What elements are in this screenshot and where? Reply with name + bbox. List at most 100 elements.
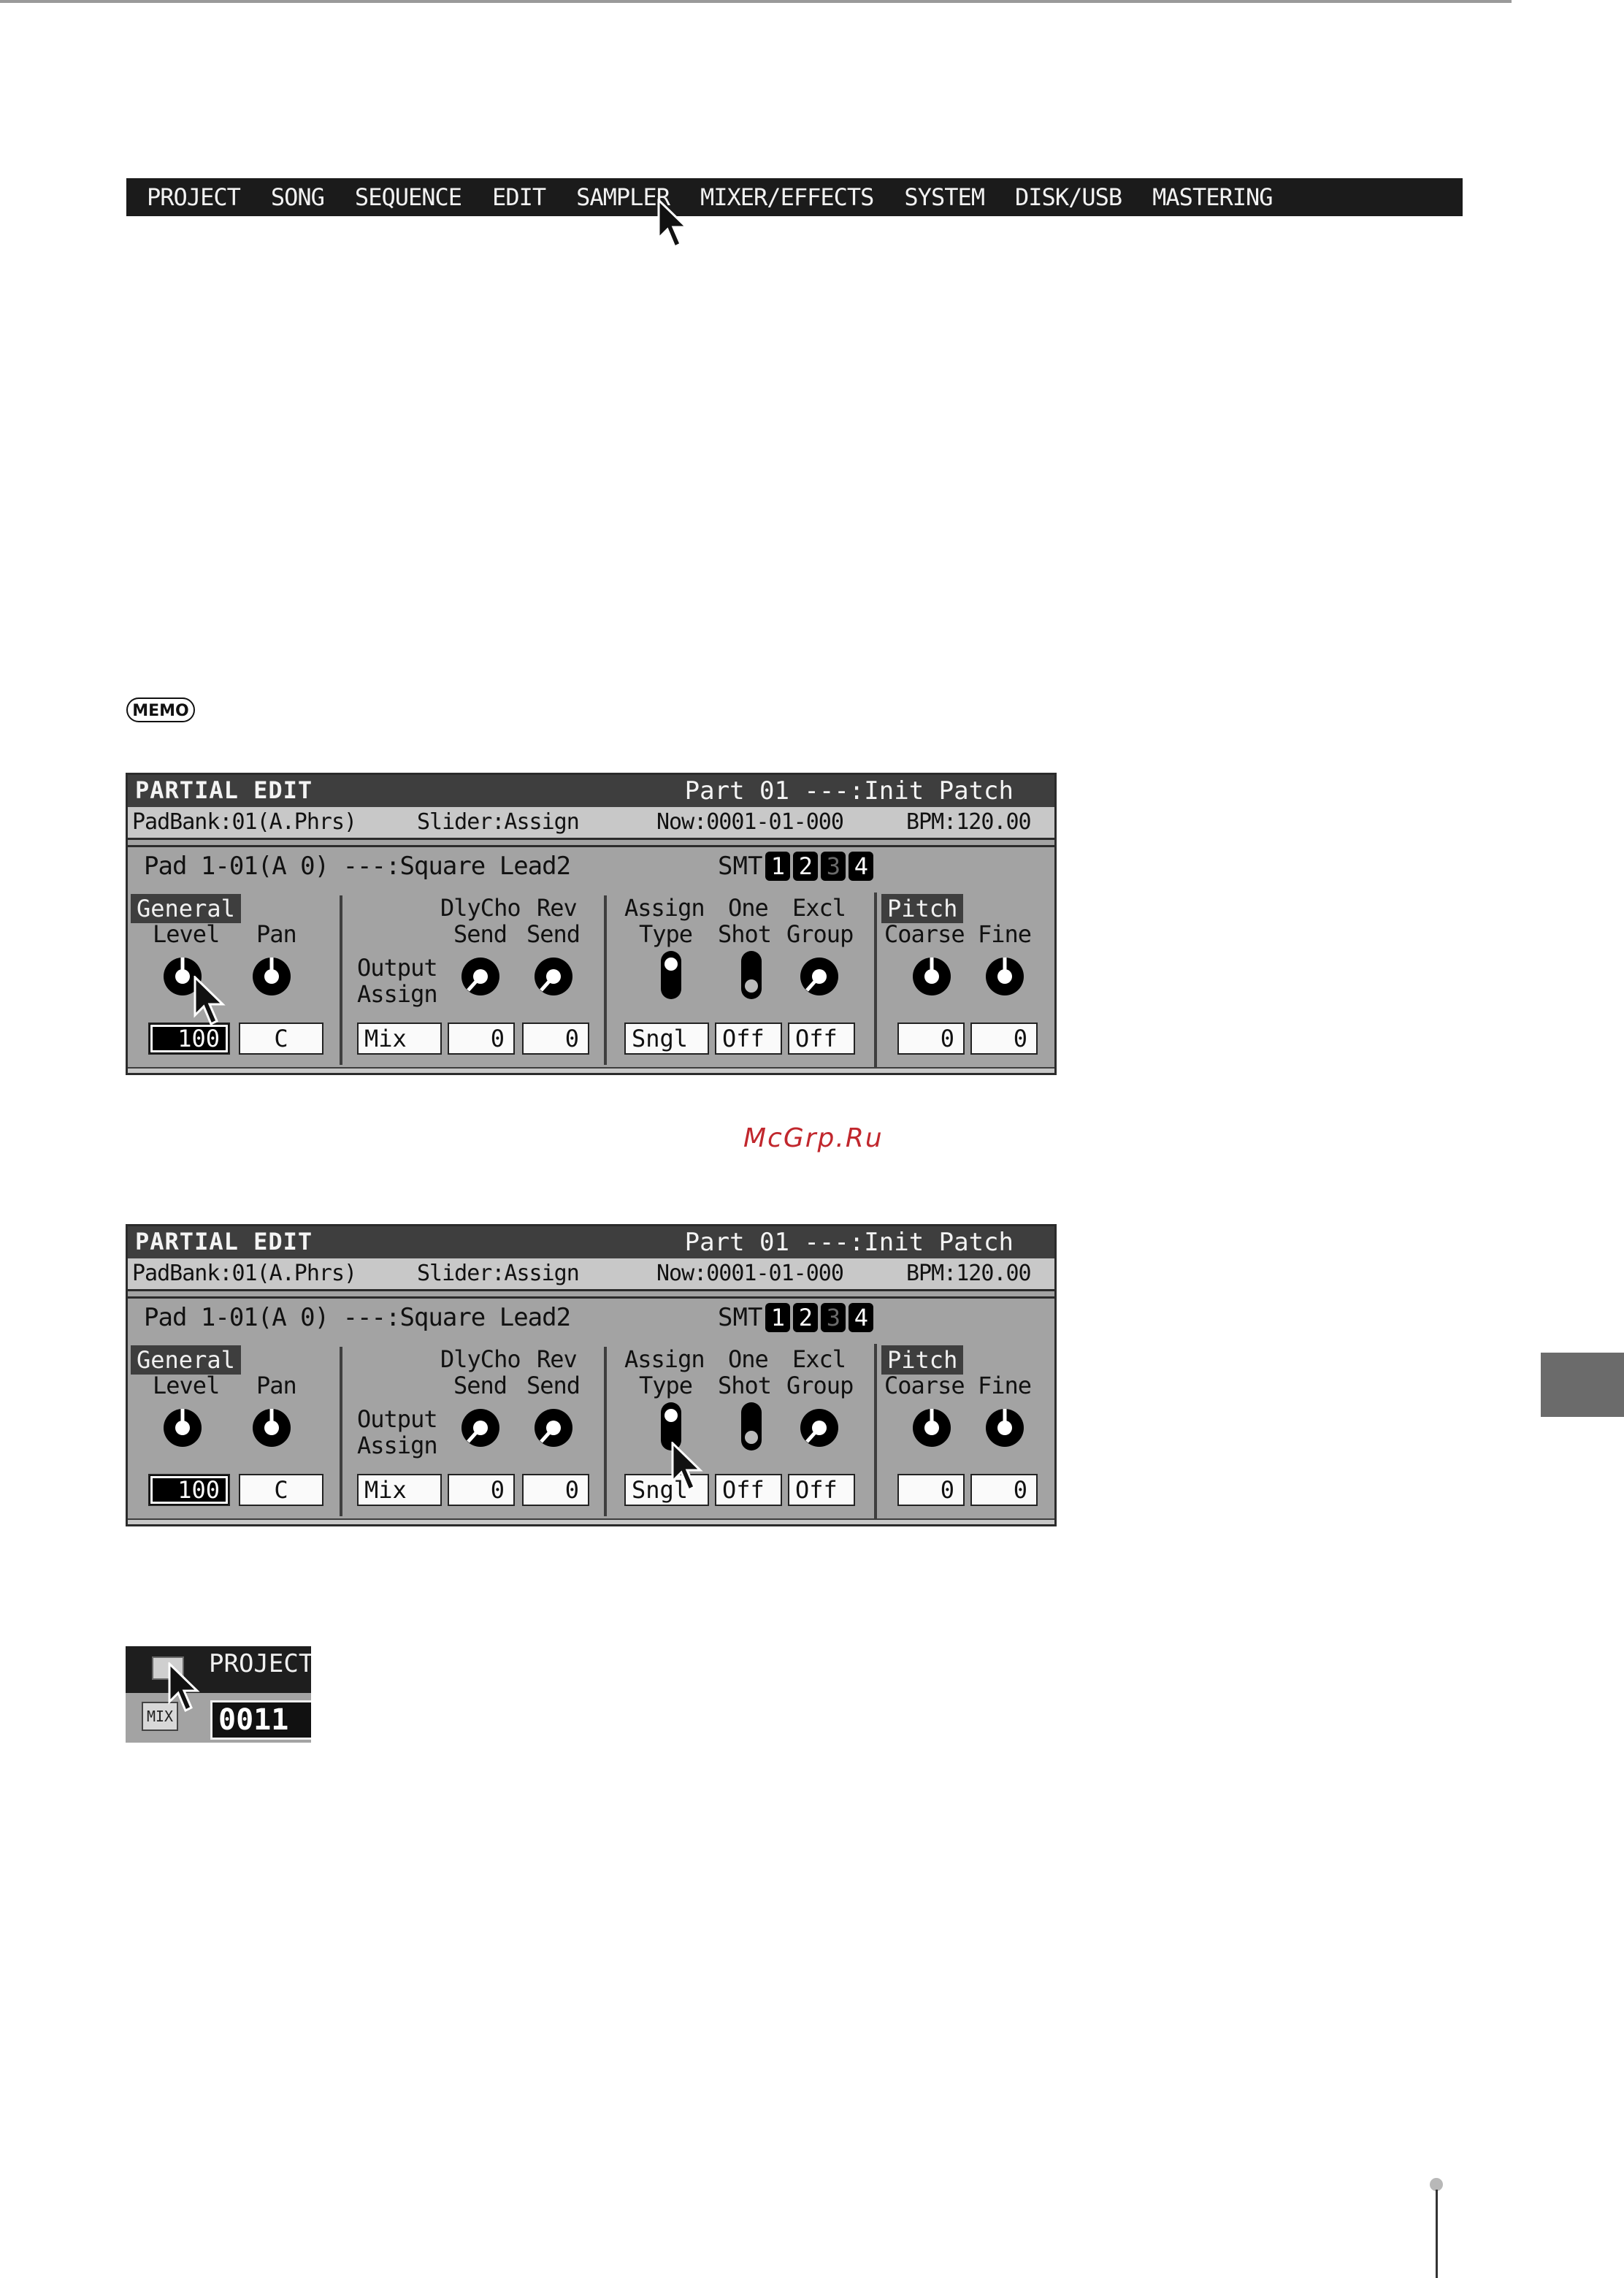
smt-button-2[interactable]: 2 (793, 852, 819, 881)
screen-title-bar: PARTIAL EDIT Part 01 ---:Init Patch (128, 775, 1054, 807)
now-readout: Now:0001-01-000 (656, 809, 844, 835)
pan-value[interactable]: C (239, 1474, 323, 1506)
dlycho-send-value[interactable]: 0 (448, 1023, 515, 1055)
label-send-2: Send (526, 1372, 581, 1399)
memo-icon: MEMO (126, 697, 195, 722)
label-group: Group (786, 1372, 854, 1399)
smt-label: SMT (718, 852, 763, 881)
part-name: Part 01 ---:Init Patch (684, 776, 1014, 806)
section-divider (340, 895, 342, 1065)
menu-item-edit[interactable]: EDIT (492, 183, 546, 211)
edit-body: Pad 1-01(A 0) ---:Square Lead2 SMT 1 2 3… (128, 845, 1054, 1075)
section-divider (604, 895, 607, 1065)
section-general: General (131, 1345, 241, 1375)
bpm-readout: BPM:120.00 (906, 809, 1032, 835)
label-output-assign: Assign (357, 1432, 438, 1459)
now-readout: Now:0001-01-000 (656, 1261, 844, 1286)
label-group: Group (786, 920, 854, 948)
level-value[interactable]: 100 (148, 1474, 230, 1506)
partial-edit-screen-2: PARTIAL EDIT Part 01 ---:Init Patch PadB… (126, 1224, 1057, 1526)
label-rev: Rev (537, 894, 578, 922)
pan-knob[interactable] (248, 952, 296, 1001)
pan-knob[interactable] (248, 1404, 296, 1452)
excl-group-value[interactable]: Off (788, 1474, 855, 1506)
smt-button-2[interactable]: 2 (793, 1303, 819, 1332)
dlycho-send-knob[interactable] (456, 952, 505, 1001)
label-shot: Shot (718, 920, 772, 948)
label-coarse: Coarse (884, 1372, 965, 1399)
project-window-crop: PROJECT MIX 0011 (126, 1646, 311, 1743)
smt-button-1[interactable]: 1 (765, 1303, 791, 1332)
smt-button-3[interactable]: 3 (821, 1303, 846, 1332)
rev-send-value[interactable]: 0 (522, 1023, 589, 1055)
coarse-knob[interactable] (908, 1404, 956, 1452)
menu-item-mastering[interactable]: MASTERING (1152, 183, 1273, 211)
output-assign-value[interactable]: Mix (357, 1474, 442, 1506)
page-marker-line (1436, 2190, 1438, 2278)
label-type: Type (639, 920, 693, 948)
top-rule (0, 0, 1512, 3)
label-excl: Excl (792, 1345, 846, 1373)
label-level: Level (153, 920, 220, 948)
status-line: PadBank:01(A.Phrs) Slider:Assign Now:000… (128, 807, 1054, 840)
smt-button-4[interactable]: 4 (849, 1303, 874, 1332)
slider-readout: Slider:Assign (417, 1261, 580, 1286)
one-shot-switch[interactable] (737, 1401, 766, 1452)
fine-knob[interactable] (981, 1404, 1029, 1452)
menu-item-song[interactable]: SONG (271, 183, 325, 211)
output-assign-value[interactable]: Mix (357, 1023, 442, 1055)
dlycho-send-value[interactable]: 0 (448, 1474, 515, 1506)
measure-counter: 0011 (210, 1700, 311, 1740)
menu-item-system[interactable]: SYSTEM (904, 183, 985, 211)
excl-group-knob[interactable] (795, 952, 843, 1001)
excl-group-value[interactable]: Off (788, 1023, 855, 1055)
pad-name: Pad 1-01(A 0) ---:Square Lead2 (144, 1303, 571, 1332)
bpm-readout: BPM:120.00 (906, 1261, 1032, 1286)
mouse-cursor-icon (168, 1662, 200, 1713)
excl-group-knob[interactable] (795, 1404, 843, 1452)
one-shot-value[interactable]: Off (715, 1023, 782, 1055)
level-knob[interactable] (158, 1404, 207, 1452)
coarse-value[interactable]: 0 (897, 1023, 965, 1055)
label-fine: Fine (978, 1372, 1032, 1399)
screen-bottom-rule (128, 1518, 1054, 1524)
menu-item-mixer-effects[interactable]: MIXER/EFFECTS (700, 183, 874, 211)
rev-send-knob[interactable] (529, 1404, 578, 1452)
label-assign: Assign (624, 1345, 705, 1373)
assign-type-switch[interactable] (656, 949, 686, 1001)
section-divider (340, 1347, 342, 1516)
smt-button-3[interactable]: 3 (821, 852, 846, 881)
chapter-side-tab (1541, 1353, 1624, 1417)
screen-bottom-rule (128, 1067, 1054, 1073)
label-coarse: Coarse (884, 920, 965, 948)
smt-button-4[interactable]: 4 (849, 852, 874, 881)
pad-name: Pad 1-01(A 0) ---:Square Lead2 (144, 852, 571, 881)
rev-send-knob[interactable] (529, 952, 578, 1001)
menu-item-disk-usb[interactable]: DISK/USB (1015, 183, 1122, 211)
label-send-1: Send (453, 1372, 508, 1399)
menu-item-sequence[interactable]: SEQUENCE (355, 183, 462, 211)
label-rev: Rev (537, 1345, 578, 1373)
pan-value[interactable]: C (239, 1023, 323, 1055)
label-fine: Fine (978, 920, 1032, 948)
screen-title-bar: PARTIAL EDIT Part 01 ---:Init Patch (128, 1226, 1054, 1258)
status-line: PadBank:01(A.Phrs) Slider:Assign Now:000… (128, 1258, 1054, 1291)
label-output: Output (357, 954, 438, 982)
section-divider (604, 1347, 607, 1516)
assign-type-value[interactable]: Sngl (624, 1023, 709, 1055)
fine-knob[interactable] (981, 952, 1029, 1001)
smt-button-1[interactable]: 1 (765, 852, 791, 881)
coarse-knob[interactable] (908, 952, 956, 1001)
rev-send-value[interactable]: 0 (522, 1474, 589, 1506)
fine-value[interactable]: 0 (970, 1474, 1038, 1506)
section-divider (874, 893, 877, 1068)
label-output: Output (357, 1405, 438, 1433)
menu-item-project[interactable]: PROJECT (147, 183, 241, 211)
coarse-value[interactable]: 0 (897, 1474, 965, 1506)
fine-value[interactable]: 0 (970, 1023, 1038, 1055)
smt-selector: SMT 1 2 3 4 (718, 1303, 874, 1332)
dlycho-send-knob[interactable] (456, 1404, 505, 1452)
one-shot-value[interactable]: Off (715, 1474, 782, 1506)
one-shot-switch[interactable] (737, 949, 766, 1001)
part-name: Part 01 ---:Init Patch (684, 1228, 1014, 1257)
